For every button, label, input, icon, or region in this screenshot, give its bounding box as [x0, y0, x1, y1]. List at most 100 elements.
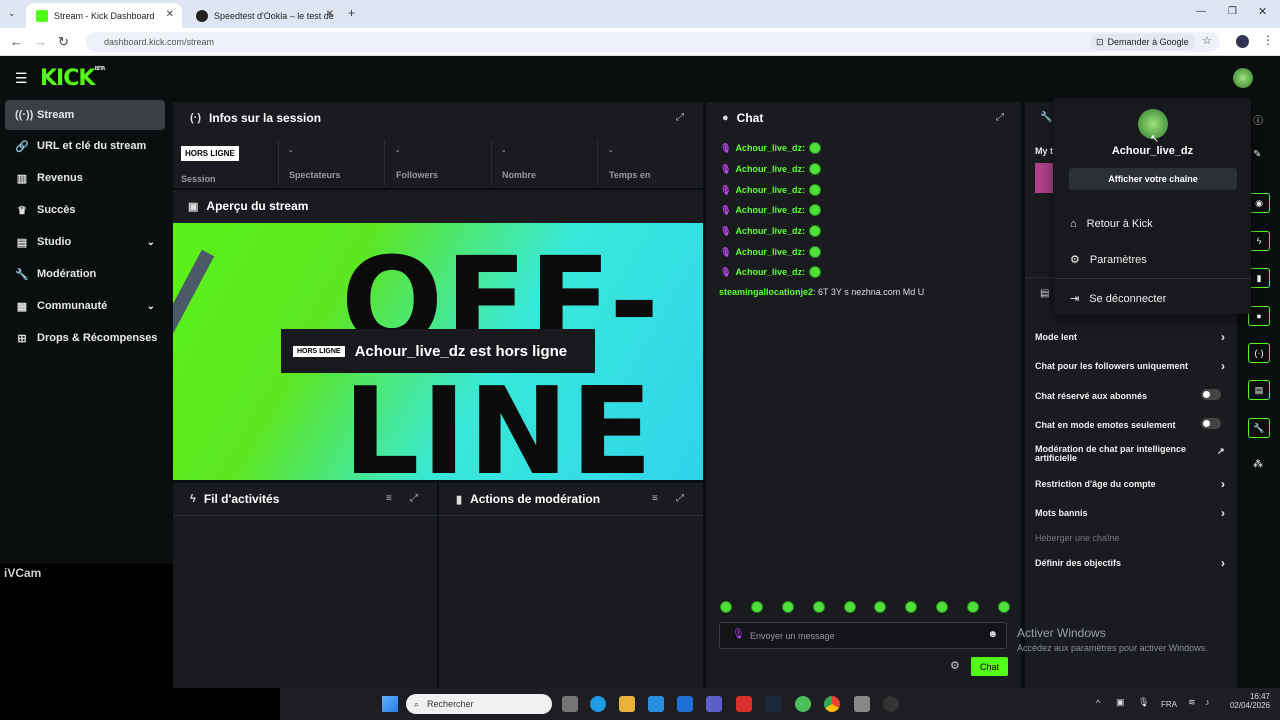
- rail-camera-icon[interactable]: ◉: [1248, 193, 1270, 213]
- emote-icon[interactable]: [905, 601, 918, 613]
- chat-username[interactable]: Achour_live_dz:: [735, 164, 805, 174]
- emote-icon[interactable]: [812, 601, 825, 613]
- minimize-icon[interactable]: —: [1196, 6, 1206, 17]
- chat-username[interactable]: Achour_live_dz:: [735, 267, 805, 277]
- kick-logo[interactable]: KICKBETA: [40, 66, 106, 91]
- sidebar-item-revenue[interactable]: ▥ Revenus: [5, 163, 165, 193]
- maximize-icon[interactable]: ❐: [1228, 6, 1237, 17]
- tab-kick-dashboard[interactable]: Stream - Kick Dashboard ✕: [26, 3, 182, 28]
- expand-icon[interactable]: ⤢: [996, 112, 1004, 123]
- app-icon[interactable]: [736, 696, 752, 712]
- obs-icon[interactable]: [883, 696, 899, 712]
- reload-icon[interactable]: ↻: [58, 34, 69, 50]
- mod-row-set-goals[interactable]: Définir des objectifs ›: [1035, 556, 1225, 570]
- menu-item-settings[interactable]: ⚙ Paramètres: [1070, 253, 1147, 267]
- emote-icon[interactable]: [936, 601, 949, 613]
- new-tab-plus-icon[interactable]: +: [348, 6, 355, 20]
- view-channel-button[interactable]: Afficher votre chaîne: [1069, 168, 1237, 190]
- filter-icon[interactable]: ≡: [652, 493, 658, 504]
- close-window-icon[interactable]: ✕: [1258, 5, 1267, 18]
- sidebar-item-stream-key[interactable]: 🔗 URL et clé du stream: [5, 131, 165, 161]
- chat-username[interactable]: Achour_live_dz:: [735, 185, 805, 195]
- rail-lightning-icon[interactable]: ϟ: [1248, 231, 1270, 251]
- emote-icon[interactable]: [874, 601, 887, 613]
- hamburger-menu-icon[interactable]: ☰: [15, 70, 28, 87]
- tab-list-chevron-icon[interactable]: ⌄: [8, 8, 16, 19]
- browser-menu-icon[interactable]: ⋮: [1262, 33, 1274, 47]
- chat-username[interactable]: Achour_live_dz:: [735, 143, 805, 153]
- chat-username[interactable]: Achour_live_dz:: [735, 226, 805, 236]
- tray-clock[interactable]: 16:47 02/04/2026: [1226, 692, 1270, 710]
- file-explorer-icon[interactable]: [619, 696, 635, 712]
- chat-send-button[interactable]: Chat: [971, 657, 1008, 676]
- stat-value: -: [502, 146, 506, 157]
- volume-icon[interactable]: ♪: [1205, 697, 1210, 707]
- rail-wrench-icon[interactable]: 🔧: [1248, 418, 1270, 438]
- wifi-icon[interactable]: ≋: [1188, 697, 1196, 708]
- mod-row-slow-mode[interactable]: Mode lent ›: [1035, 330, 1225, 344]
- chat-message-input[interactable]: 🎙 Envoyer un message ☻: [719, 622, 1007, 649]
- emote-icon[interactable]: [967, 601, 979, 613]
- sidebar-item-community[interactable]: ▦ Communauté ⌄: [5, 291, 165, 321]
- steam-icon[interactable]: [765, 696, 781, 712]
- menu-item-logout[interactable]: ⇥ Se déconnecter: [1070, 292, 1166, 306]
- mod-row-followers-only[interactable]: Chat pour les followers uniquement ›: [1035, 359, 1225, 373]
- url-field[interactable]: dashboard.kick.com/stream: [86, 32, 1220, 52]
- info-icon[interactable]: ⓘ: [1253, 112, 1263, 127]
- mod-row-banned-words[interactable]: Mots bannis ›: [1035, 506, 1225, 520]
- forward-arrow-icon[interactable]: →: [34, 34, 47, 49]
- task-view-icon[interactable]: [562, 696, 578, 712]
- more-icon[interactable]: ⁂: [1253, 459, 1263, 470]
- sidebar-item-studio[interactable]: ▤ Studio ⌄: [5, 227, 165, 257]
- teams-icon[interactable]: [706, 696, 722, 712]
- emote-icon[interactable]: [720, 601, 732, 613]
- expand-icon[interactable]: ⤢: [676, 493, 684, 504]
- chat-username[interactable]: Achour_live_dz:: [735, 247, 805, 257]
- subscribers-only-toggle[interactable]: [1201, 389, 1221, 400]
- chat-username[interactable]: Achour_live_dz:: [735, 205, 805, 215]
- mail-icon[interactable]: [677, 696, 693, 712]
- app-icon[interactable]: [854, 696, 870, 712]
- sidebar-item-moderation[interactable]: 🔧 Modération: [5, 259, 165, 289]
- bookmark-star-icon[interactable]: ☆: [1202, 34, 1212, 47]
- ask-google-button[interactable]: ⊡ Demander à Google: [1090, 34, 1195, 50]
- rail-chat-icon[interactable]: ●: [1248, 306, 1270, 326]
- menu-item-back-to-kick[interactable]: ⌂ Retour à Kick: [1070, 218, 1153, 230]
- sidebar-item-drops[interactable]: ⊞ Drops & Récompenses: [5, 323, 165, 353]
- tab-speedtest[interactable]: Speedtest d'Ookla – le test de ✕: [186, 3, 342, 28]
- back-arrow-icon[interactable]: ←: [10, 34, 23, 49]
- chat-username[interactable]: steamingallocationje2: [719, 287, 813, 297]
- chrome-icon[interactable]: [824, 696, 840, 712]
- edge-icon[interactable]: [590, 696, 606, 712]
- user-avatar[interactable]: [1233, 68, 1253, 88]
- tray-chevron-icon[interactable]: ^: [1096, 698, 1100, 708]
- emoji-picker-icon[interactable]: ☻: [987, 629, 998, 640]
- sidebar-item-stream[interactable]: ((·)) Stream: [5, 100, 165, 130]
- rail-broadcast-icon[interactable]: (·): [1248, 343, 1270, 363]
- expand-icon[interactable]: ⤢: [676, 112, 684, 123]
- edit-pencil-icon[interactable]: ✎: [1253, 149, 1261, 160]
- windows-start-icon[interactable]: [382, 696, 398, 712]
- tray-icon[interactable]: ▣: [1116, 697, 1125, 708]
- emote-icon[interactable]: [781, 601, 794, 613]
- filter-icon[interactable]: ≡: [386, 493, 392, 504]
- emotes-only-toggle[interactable]: [1201, 418, 1221, 429]
- close-tab-icon[interactable]: ✕: [326, 9, 334, 20]
- sidebar-item-achievements[interactable]: ♛ Succès: [5, 195, 165, 225]
- emote-icon[interactable]: [750, 601, 763, 613]
- expand-icon[interactable]: ⤢: [410, 493, 418, 504]
- tray-language[interactable]: FRA: [1161, 700, 1177, 709]
- tray-mic-icon[interactable]: 🎙: [1138, 697, 1149, 708]
- mod-row-ai-moderation[interactable]: Modération de chat par intelligence arti…: [1035, 445, 1225, 463]
- store-icon[interactable]: [648, 696, 664, 712]
- close-tab-icon[interactable]: ✕: [166, 9, 174, 20]
- taskbar-search[interactable]: ⌕ Rechercher: [406, 694, 552, 714]
- rail-shield-icon[interactable]: ▮: [1248, 268, 1270, 288]
- emote-icon[interactable]: [997, 601, 1010, 613]
- chat-settings-gear-icon[interactable]: ⚙: [950, 659, 960, 672]
- rail-settings-icon[interactable]: ▤: [1248, 380, 1270, 400]
- profile-avatar-icon[interactable]: [1236, 35, 1249, 48]
- mod-row-age-restriction[interactable]: Restriction d'âge du compte ›: [1035, 477, 1225, 491]
- app-icon[interactable]: [795, 696, 811, 712]
- emote-icon[interactable]: [843, 601, 856, 613]
